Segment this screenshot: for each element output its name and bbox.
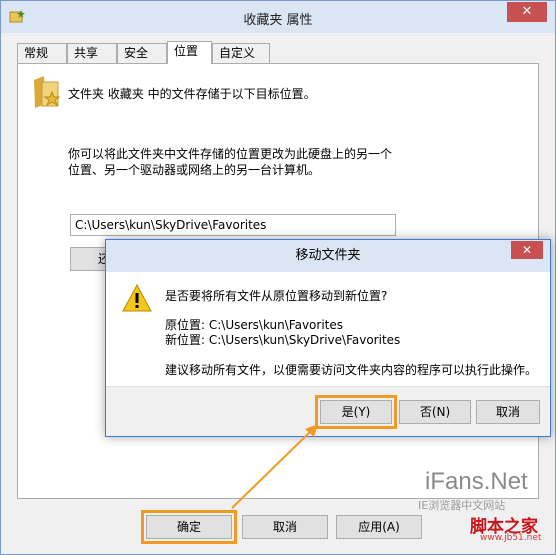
dialog-close-button[interactable]: ✕ [511, 241, 543, 259]
ok-button[interactable]: 确定 [141, 510, 237, 544]
location-hint-line2: 位置、另一个驱动器或网络上的另一台计算机。 [68, 163, 321, 177]
path-input[interactable]: C:\Users\kun\SkyDrive\Favorites [70, 214, 396, 236]
dialog-question: 是否要将所有文件从原位置移动到新位置? [165, 289, 388, 303]
move-folder-dialog: 移动文件夹 ✕ 是否要将所有文件从原位置移动到新位置? 原位置: C:\User… [105, 239, 551, 437]
tab-customize[interactable]: 自定义 [212, 43, 270, 63]
folder-star-icon [34, 76, 61, 108]
dialog-footer: 是(Y) 否(N) 取消 [106, 386, 550, 436]
tab-general[interactable]: 常规 [17, 43, 67, 63]
apply-button[interactable]: 应用(A) [336, 515, 422, 539]
window-titlebar[interactable]: 收藏夹 属性 ✕ [1, 1, 555, 33]
tab-location[interactable]: 位置 [167, 41, 212, 64]
tab-sharing[interactable]: 共享 [67, 43, 117, 63]
old-location-text: 原位置: C:\Users\kun\Favorites [165, 318, 344, 332]
new-location-text: 新位置: C:\Users\kun\SkyDrive\Favorites [165, 333, 401, 347]
location-hint-line1: 你可以将此文件夹中文件存储的位置更改为此硬盘上的另一个 [68, 147, 393, 161]
location-description: 文件夹 收藏夹 中的文件存储于以下目标位置。 [68, 87, 316, 101]
watermark-brand-sub: IE浏览器中文网站 [418, 499, 506, 512]
watermark-site-url: www.jb51.net [480, 533, 542, 543]
window-close-button[interactable]: ✕ [507, 2, 547, 22]
window-title: 收藏夹 属性 [243, 13, 313, 28]
dialog-title[interactable]: 移动文件夹 [106, 240, 550, 272]
no-button[interactable]: 否(N) [399, 400, 471, 424]
cancel-button[interactable]: 取消 [242, 515, 328, 539]
tab-security[interactable]: 安全 [117, 43, 167, 63]
dialog-advice: 建议移动所有文件，以便需要访问文件夹内容的程序可以执行此操作。 [165, 363, 538, 377]
warning-icon [122, 284, 152, 312]
dialog-cancel-button[interactable]: 取消 [476, 400, 540, 424]
watermark-brand: iFans.Net [425, 468, 528, 495]
yes-button[interactable]: 是(Y) [315, 395, 397, 429]
